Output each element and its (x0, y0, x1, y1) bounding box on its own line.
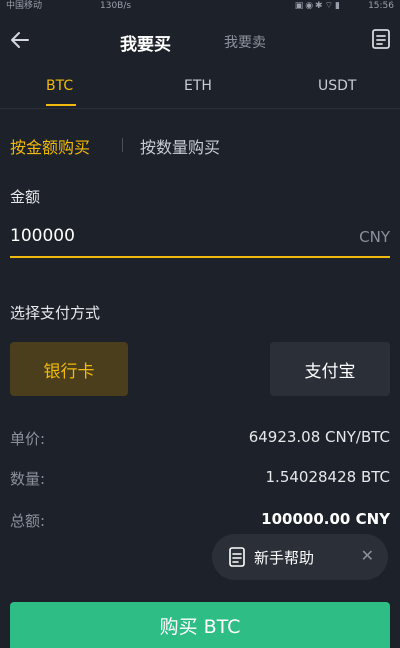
total-label: 总额: (10, 512, 46, 530)
help-bubble[interactable]: 新手帮助 ✕ (212, 534, 388, 580)
total-value: 100000.00 CNY (261, 510, 390, 528)
amount-unit: CNY (359, 228, 390, 246)
buy-btc-label: 购买 BTC (159, 615, 241, 638)
status-icons: ▣◉✱⌔▮ (294, 1, 342, 11)
payment-method-label: 选择支付方式 (10, 304, 101, 322)
carrier-label: 中国移动 (6, 1, 43, 11)
total-row: 总额: 100000.00 CNY (10, 510, 390, 534)
quantity-label: 数量: (10, 470, 46, 488)
coin-tab-usdt[interactable]: USDT (318, 78, 356, 94)
clock: 15:56 (368, 1, 394, 11)
coin-tab-btc[interactable]: BTC (46, 78, 73, 94)
tab-buy-by-quantity[interactable]: 按数量购买 (140, 134, 220, 158)
help-label: 新手帮助 (254, 549, 315, 567)
unit-price-label: 单价: (10, 430, 46, 448)
amount-input-underline (10, 256, 390, 258)
network-speed: 130B/s (100, 1, 132, 11)
order-list-icon[interactable] (370, 28, 392, 50)
active-tab-indicator (46, 104, 76, 106)
help-document-icon (229, 547, 245, 567)
buy-btc-button[interactable]: 购买 BTC (10, 602, 390, 648)
quantity-row: 数量: 1.54028428 BTC (10, 468, 390, 492)
unit-price-row: 单价: 64923.08 CNY/BTC (10, 428, 390, 452)
close-icon[interactable]: ✕ (361, 546, 374, 565)
header: 我要买 我要卖 (0, 22, 400, 64)
coin-tabs: BTC ETH USDT (0, 72, 400, 109)
status-bar: 中国移动 130B/s ▣◉✱⌔▮ 15:56 (0, 0, 400, 12)
payment-alipay-button[interactable]: 支付宝 (270, 342, 390, 396)
payment-bank-card-button[interactable]: 银行卡 (10, 342, 128, 396)
amount-input[interactable]: 100000 (10, 226, 75, 246)
amount-label: 金额 (10, 188, 41, 206)
payment-bank-card-label: 银行卡 (43, 361, 95, 382)
mode-divider (122, 138, 123, 152)
quantity-value: 1.54028428 BTC (265, 468, 390, 486)
unit-price-value: 64923.08 CNY/BTC (248, 428, 390, 446)
coin-tab-eth[interactable]: ETH (184, 78, 212, 94)
tab-buy[interactable]: 我要买 (120, 30, 171, 55)
tab-buy-by-amount[interactable]: 按金额购买 (10, 134, 90, 158)
back-arrow-icon[interactable] (8, 28, 32, 52)
tab-sell[interactable]: 我要卖 (224, 32, 266, 52)
payment-alipay-label: 支付宝 (304, 361, 356, 382)
